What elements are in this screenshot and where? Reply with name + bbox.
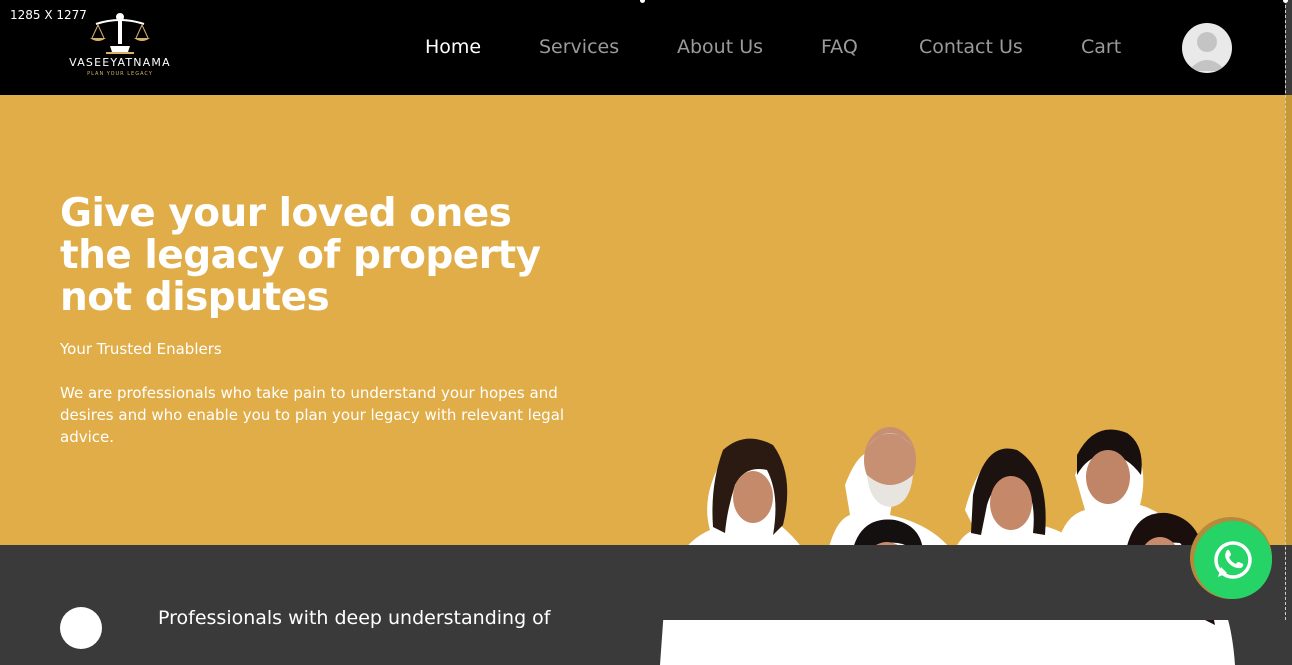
hero-subtitle: Your Trusted Enablers: [60, 340, 222, 358]
brand-name: VASEEYATNAMA: [69, 56, 171, 69]
user-silhouette-icon: [1188, 32, 1226, 71]
hero-section: Give your loved ones the legacy of prope…: [0, 95, 1285, 665]
site-header: VASEEYATNAMA PLAN YOUR LEGACY Home Servi…: [0, 0, 1285, 95]
nav-about-us[interactable]: About Us: [677, 36, 763, 58]
brand-logo[interactable]: VASEEYATNAMA PLAN YOUR LEGACY: [60, 12, 180, 82]
whatsapp-button[interactable]: [1190, 517, 1272, 599]
hero-edge-strip: [1285, 95, 1292, 545]
features-section: Professionals with deep understanding of: [0, 545, 1285, 649]
scales-of-justice-icon: [90, 13, 150, 54]
brand-tagline: PLAN YOUR LEGACY: [87, 71, 153, 77]
feature-text: Professionals with deep understanding of: [158, 607, 551, 629]
nav-home[interactable]: Home: [425, 36, 481, 58]
family-photo: [660, 427, 1235, 665]
nav-services[interactable]: Services: [539, 36, 619, 58]
whatsapp-icon: [1194, 521, 1272, 599]
hero-title: Give your loved ones the legacy of prope…: [60, 191, 541, 320]
whatsapp-glyph-icon: [1214, 541, 1252, 579]
feature-icon: [60, 607, 102, 649]
guide-line: [1285, 0, 1286, 620]
nav-cart[interactable]: Cart: [1081, 36, 1121, 58]
dimensions-overlay-label: 1285 X 1277: [10, 8, 87, 22]
nav-faq[interactable]: FAQ: [821, 36, 858, 58]
hero-description: We are professionals who take pain to un…: [60, 384, 565, 446]
nav-contact-us[interactable]: Contact Us: [919, 36, 1023, 58]
user-avatar-icon[interactable]: [1182, 23, 1232, 73]
resize-handle-corner[interactable]: [1283, 0, 1288, 3]
